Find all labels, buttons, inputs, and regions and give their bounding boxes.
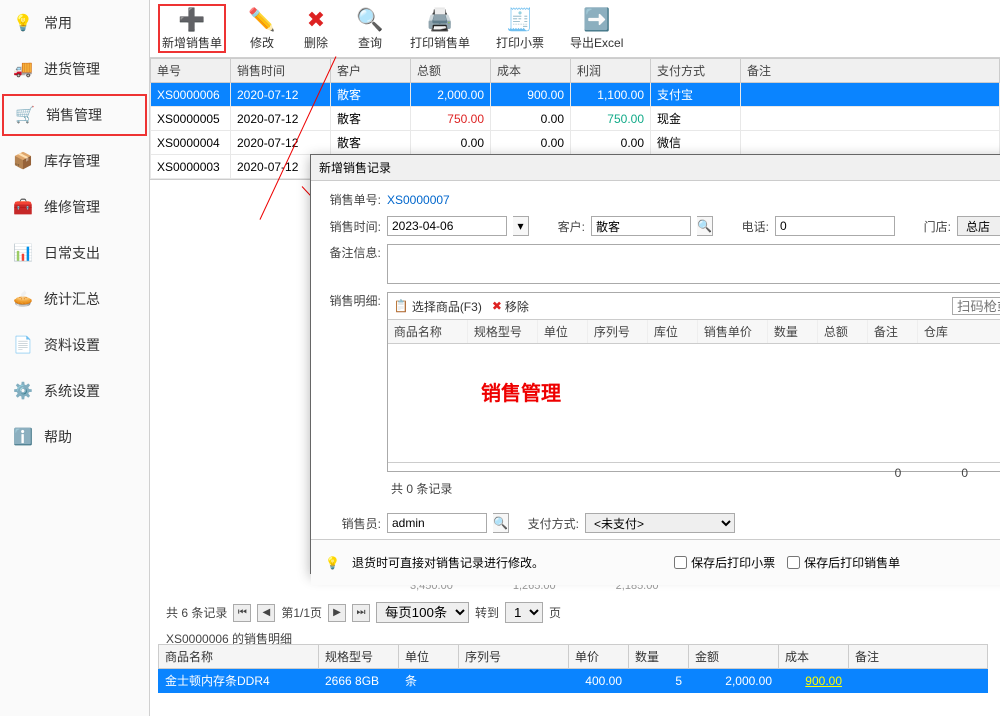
detail-grid[interactable]: 商品名称规格型号单位序列号单价数量金额成本备注 金士顿内存条DDR42666 8… bbox=[158, 644, 988, 693]
sidebar-item-settings[interactable]: ⚙️系统设置 bbox=[0, 368, 149, 414]
order-number: XS0000007 bbox=[387, 193, 450, 207]
search-icon: 🔍 bbox=[356, 6, 384, 34]
truck-icon: 🚚 bbox=[12, 58, 34, 80]
table-row[interactable]: XS00000042020-07-12散客0.000.000.00微信 bbox=[151, 131, 1000, 155]
search-icon[interactable]: 🔍 bbox=[697, 216, 713, 236]
main-area: ➕新增销售单 ✏️修改 ✖删除 🔍查询 🖨️打印销售单 🧾打印小票 ➡️导出Ex… bbox=[150, 0, 1000, 716]
pick-goods-button[interactable]: 📋选择商品(F3) bbox=[394, 298, 482, 315]
doc-icon: 📄 bbox=[12, 334, 34, 356]
next-page-button[interactable]: ▶ bbox=[328, 604, 346, 622]
pagesize-select[interactable]: 每页100条 bbox=[376, 602, 469, 623]
sidebar: 💡常用 🚚进货管理 🛒销售管理 📦库存管理 🧰维修管理 📊日常支出 🥧统计汇总 … bbox=[0, 0, 150, 716]
sidebar-item-expense[interactable]: 📊日常支出 bbox=[0, 230, 149, 276]
salesman-input[interactable] bbox=[387, 513, 487, 533]
gear-icon: ⚙️ bbox=[12, 380, 34, 402]
prev-page-button[interactable]: ◀ bbox=[257, 604, 275, 622]
cart-icon: 🛒 bbox=[14, 104, 36, 126]
sidebar-item-stats[interactable]: 🥧统计汇总 bbox=[0, 276, 149, 322]
remark-input[interactable] bbox=[387, 244, 1000, 284]
calendar-icon[interactable]: ▾ bbox=[513, 216, 529, 236]
query-button[interactable]: 🔍查询 bbox=[352, 4, 388, 53]
print-order-button[interactable]: 🖨️打印销售单 bbox=[406, 4, 474, 53]
delete-button[interactable]: ✖删除 bbox=[298, 4, 334, 53]
info-icon: ℹ️ bbox=[12, 426, 34, 448]
export-button[interactable]: ➡️导出Excel bbox=[566, 4, 627, 53]
print-receipt-checkbox[interactable] bbox=[674, 556, 687, 569]
table-row[interactable]: 金士顿内存条DDR42666 8GB条400.0052,000.00900.00 bbox=[159, 669, 988, 693]
annotation-label: 销售管理 bbox=[481, 377, 561, 406]
remove-button[interactable]: ✖移除 bbox=[492, 298, 529, 315]
add-sales-button[interactable]: ➕新增销售单 bbox=[158, 4, 226, 53]
jumppage-select[interactable]: 1 bbox=[505, 602, 543, 623]
paymethod-select[interactable]: <未支付> bbox=[585, 513, 735, 533]
print-order-checkbox[interactable] bbox=[787, 556, 800, 569]
tip-text: 退货时可直接对销售记录进行修改。 bbox=[352, 554, 544, 571]
table-row[interactable]: XS00000062020-07-12散客2,000.00900.001,100… bbox=[151, 83, 1000, 107]
bulb-icon: 💡 bbox=[12, 12, 34, 34]
box-icon: 📦 bbox=[12, 150, 34, 172]
detail-header: 商品名称规格型号单位序列号库位销售单价数量总额备注仓库 bbox=[388, 320, 1000, 344]
table-row[interactable]: XS00000052020-07-12散客750.000.00750.00现金 bbox=[151, 107, 1000, 131]
dialog-title: 新增销售记录 bbox=[319, 159, 391, 176]
printer-icon: 🖨️ bbox=[426, 6, 454, 34]
detail-lines: 📋选择商品(F3) ✖移除 🔍 商品名称规格型号单位序列号库位销售单价数量总额备… bbox=[387, 292, 1000, 472]
pencil-icon: ✏️ bbox=[248, 6, 276, 34]
x-icon: ✖ bbox=[302, 6, 330, 34]
x-icon: ✖ bbox=[492, 299, 502, 313]
pie-icon: 🥧 bbox=[12, 288, 34, 310]
tools-icon: 🧰 bbox=[12, 196, 34, 218]
chart-icon: 📊 bbox=[12, 242, 34, 264]
plus-icon: ➕ bbox=[178, 6, 206, 34]
sidebar-item-data[interactable]: 📄资料设置 bbox=[0, 322, 149, 368]
last-page-button[interactable]: ⏭ bbox=[352, 604, 370, 622]
sidebar-item-stock[interactable]: 📦库存管理 bbox=[0, 138, 149, 184]
sidebar-item-repair[interactable]: 🧰维修管理 bbox=[0, 184, 149, 230]
first-page-button[interactable]: ⏮ bbox=[233, 604, 251, 622]
scan-input[interactable] bbox=[952, 297, 1000, 315]
sidebar-item-help[interactable]: ℹ️帮助 bbox=[0, 414, 149, 460]
bulb-icon: 💡 bbox=[325, 556, 340, 570]
arrow-icon: ➡️ bbox=[583, 6, 611, 34]
customer-input[interactable] bbox=[591, 216, 691, 236]
search-icon[interactable]: 🔍 bbox=[493, 513, 509, 533]
sale-time-input[interactable] bbox=[387, 216, 507, 236]
toolbar: ➕新增销售单 ✏️修改 ✖删除 🔍查询 🖨️打印销售单 🧾打印小票 ➡️导出Ex… bbox=[150, 0, 1000, 58]
sidebar-item-purchase[interactable]: 🚚进货管理 bbox=[0, 46, 149, 92]
shop-select[interactable]: 总店 bbox=[957, 216, 1000, 236]
sidebar-item-sales[interactable]: 🛒销售管理 bbox=[2, 94, 147, 136]
phone-input[interactable] bbox=[775, 216, 895, 236]
new-sales-dialog: 新增销售记录 ✕ 🛒 销售单号: XS0000007 销售时间: ▾ 客户: 🔍… bbox=[310, 154, 1000, 574]
edit-button[interactable]: ✏️修改 bbox=[244, 4, 280, 53]
sidebar-item-home[interactable]: 💡常用 bbox=[0, 0, 149, 46]
receipt-icon: 🧾 bbox=[506, 6, 534, 34]
print-receipt-button[interactable]: 🧾打印小票 bbox=[492, 4, 548, 53]
plus-icon: 📋 bbox=[394, 299, 409, 313]
